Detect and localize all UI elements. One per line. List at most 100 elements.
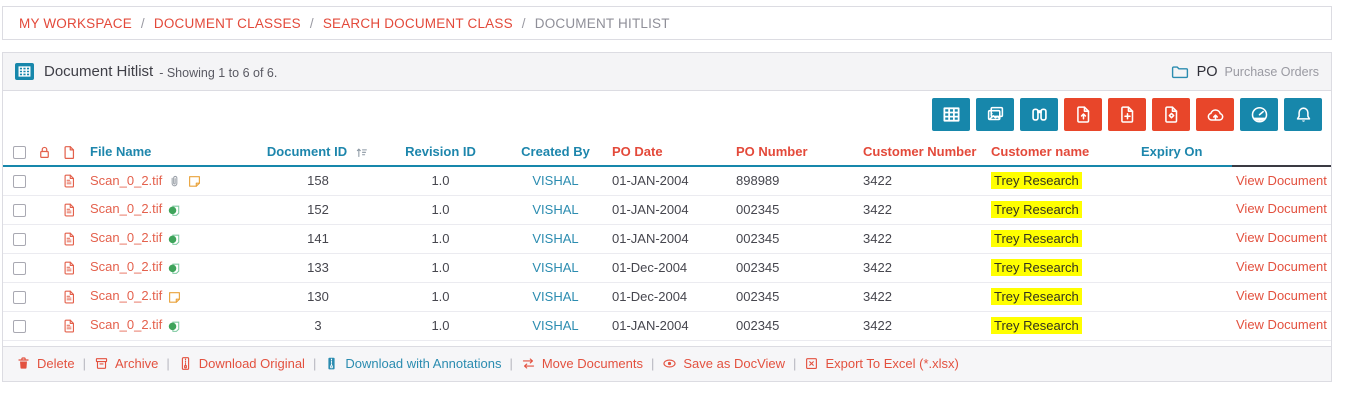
view-document-link[interactable]: View Document — [1236, 288, 1327, 303]
cell-po-date: 01-Dec-2004 — [608, 282, 732, 312]
export-to-excel-xlsx-button[interactable]: Export To Excel (*.xlsx) — [804, 356, 959, 371]
download-with-annotations-button[interactable]: Download with Annotations — [324, 356, 501, 371]
cell-created-by: VISHAL — [503, 253, 608, 283]
select-all-checkbox[interactable] — [13, 146, 26, 160]
upload-document-button[interactable] — [1064, 98, 1102, 131]
cell-actions: View Document — [1232, 282, 1331, 312]
document-icon — [62, 173, 77, 189]
annotation-icon[interactable] — [167, 319, 182, 334]
cell-po-date: 01-JAN-2004 — [608, 195, 732, 225]
cell-po-number: 002345 — [732, 253, 859, 283]
annotation-icon[interactable] — [167, 232, 182, 247]
action-label: Download with Annotations — [345, 356, 502, 371]
annotation-icon[interactable] — [167, 203, 182, 218]
header-cell-customer-name[interactable]: Customer name — [987, 138, 1137, 167]
document-hitlist-table: File Name Document ID Revision ID Created B… — [3, 138, 1331, 341]
cell-created-by-link[interactable]: VISHAL — [532, 260, 578, 275]
header-cell-expiry-on[interactable]: Expiry On — [1137, 138, 1232, 167]
header-cell-file-name[interactable]: File Name — [86, 138, 258, 167]
header-cell-document-id[interactable]: Document ID — [258, 138, 378, 167]
cell-expiry-on — [1137, 224, 1232, 254]
cell-created-by: VISHAL — [503, 195, 608, 225]
cell-revision-id: 1.0 — [378, 253, 503, 283]
breadcrumb-item[interactable]: SEARCH DOCUMENT CLASS — [323, 16, 513, 31]
cell-doc-icon — [58, 224, 86, 254]
cell-created-by-link[interactable]: VISHAL — [532, 318, 578, 333]
cell-created-by-link[interactable]: VISHAL — [532, 202, 578, 217]
download-original-button[interactable]: Download Original — [178, 356, 305, 371]
view-document-link[interactable]: View Document — [1236, 259, 1327, 274]
cell-document-id: 3 — [258, 311, 378, 341]
cell-file-name: Scan_0_2.tif — [86, 282, 258, 312]
image-view-button[interactable] — [976, 98, 1014, 131]
cell-file-name: Scan_0_2.tif — [86, 166, 258, 196]
view-document-link[interactable]: View Document — [1236, 173, 1327, 188]
zip-icon — [178, 356, 193, 371]
cell-created-by-link[interactable]: VISHAL — [532, 231, 578, 246]
breadcrumb-item[interactable]: DOCUMENT CLASSES — [154, 16, 301, 31]
file-name-link[interactable]: Scan_0_2.tif — [90, 259, 162, 274]
toolbar — [3, 91, 1331, 138]
header-cell-revision-id[interactable]: Revision ID — [378, 138, 503, 167]
row-checkbox[interactable] — [13, 175, 26, 189]
file-name-link[interactable]: Scan_0_2.tif — [90, 201, 162, 216]
paperclip-icon[interactable] — [167, 174, 182, 189]
header-cell-po-number[interactable]: PO Number — [732, 138, 859, 167]
add-document-button[interactable] — [1108, 98, 1146, 131]
file-name-link[interactable]: Scan_0_2.tif — [90, 230, 162, 245]
checkin-document-button[interactable] — [1152, 98, 1190, 131]
header-cell-po-date[interactable]: PO Date — [608, 138, 732, 167]
row-checkbox[interactable] — [13, 204, 26, 218]
sticky-note-icon[interactable] — [167, 290, 182, 305]
header-cell-customer-number[interactable]: Customer Number — [859, 138, 987, 167]
file-name-link[interactable]: Scan_0_2.tif — [90, 288, 162, 303]
row-checkbox[interactable] — [13, 291, 26, 305]
cell-po-date: 01-Dec-2004 — [608, 253, 732, 283]
archive-button[interactable]: Archive — [94, 356, 158, 371]
cell-created-by: VISHAL — [503, 224, 608, 254]
view-document-link[interactable]: View Document — [1236, 201, 1327, 216]
save-as-docview-button[interactable]: Save as DocView — [662, 356, 785, 371]
row-checkbox[interactable] — [13, 320, 26, 334]
highlighted-customer-name: Trey Research — [991, 288, 1082, 305]
header-cell-created-by[interactable]: Created By — [503, 138, 608, 167]
row-checkbox[interactable] — [13, 262, 26, 276]
notifications-button[interactable] — [1284, 98, 1322, 131]
cloud-upload-button[interactable] — [1196, 98, 1234, 131]
breadcrumb-item: DOCUMENT HITLIST — [534, 15, 670, 31]
header-cell-actions — [1232, 138, 1331, 167]
file-name-link[interactable]: Scan_0_2.tif — [90, 317, 162, 332]
file-diamond-icon — [1162, 105, 1181, 124]
cell-doc-icon — [58, 195, 86, 225]
highlighted-customer-name: Trey Research — [991, 317, 1082, 334]
excel-icon — [804, 356, 819, 371]
cell-created-by-link[interactable]: VISHAL — [532, 173, 578, 188]
highlighted-customer-name: Trey Research — [991, 230, 1082, 247]
cell-created-by: VISHAL — [503, 282, 608, 312]
search-documents-button[interactable] — [1020, 98, 1058, 131]
delete-button[interactable]: Delete — [16, 356, 75, 371]
action-label: Download Original — [198, 356, 305, 371]
cell-customer-name: Trey Research — [987, 195, 1137, 225]
grid-view-button[interactable] — [932, 98, 970, 131]
cell-doc-icon — [58, 253, 86, 283]
file-plus-icon — [1118, 105, 1137, 124]
cell-created-by-link[interactable]: VISHAL — [532, 289, 578, 304]
cell-customer-number: 3422 — [859, 282, 987, 312]
row-checkbox[interactable] — [13, 233, 26, 247]
file-name-link[interactable]: Scan_0_2.tif — [90, 173, 162, 188]
breadcrumb-item[interactable]: MY WORKSPACE — [19, 16, 132, 31]
action-separator: | — [312, 356, 317, 371]
move-documents-button[interactable]: Move Documents — [521, 356, 643, 371]
annotation-icon[interactable] — [167, 261, 182, 276]
action-label: Export To Excel (*.xlsx) — [825, 356, 959, 371]
cloud-upload-icon — [1206, 105, 1225, 124]
cell-po-date: 01-JAN-2004 — [608, 224, 732, 254]
view-document-link[interactable]: View Document — [1236, 230, 1327, 245]
cell-po-number: 002345 — [732, 311, 859, 341]
action-separator: | — [509, 356, 513, 371]
sort-ascending-icon[interactable] — [355, 146, 369, 159]
sticky-note-icon[interactable] — [187, 174, 202, 189]
view-document-link[interactable]: View Document — [1236, 317, 1327, 332]
dashboard-button[interactable] — [1240, 98, 1278, 131]
